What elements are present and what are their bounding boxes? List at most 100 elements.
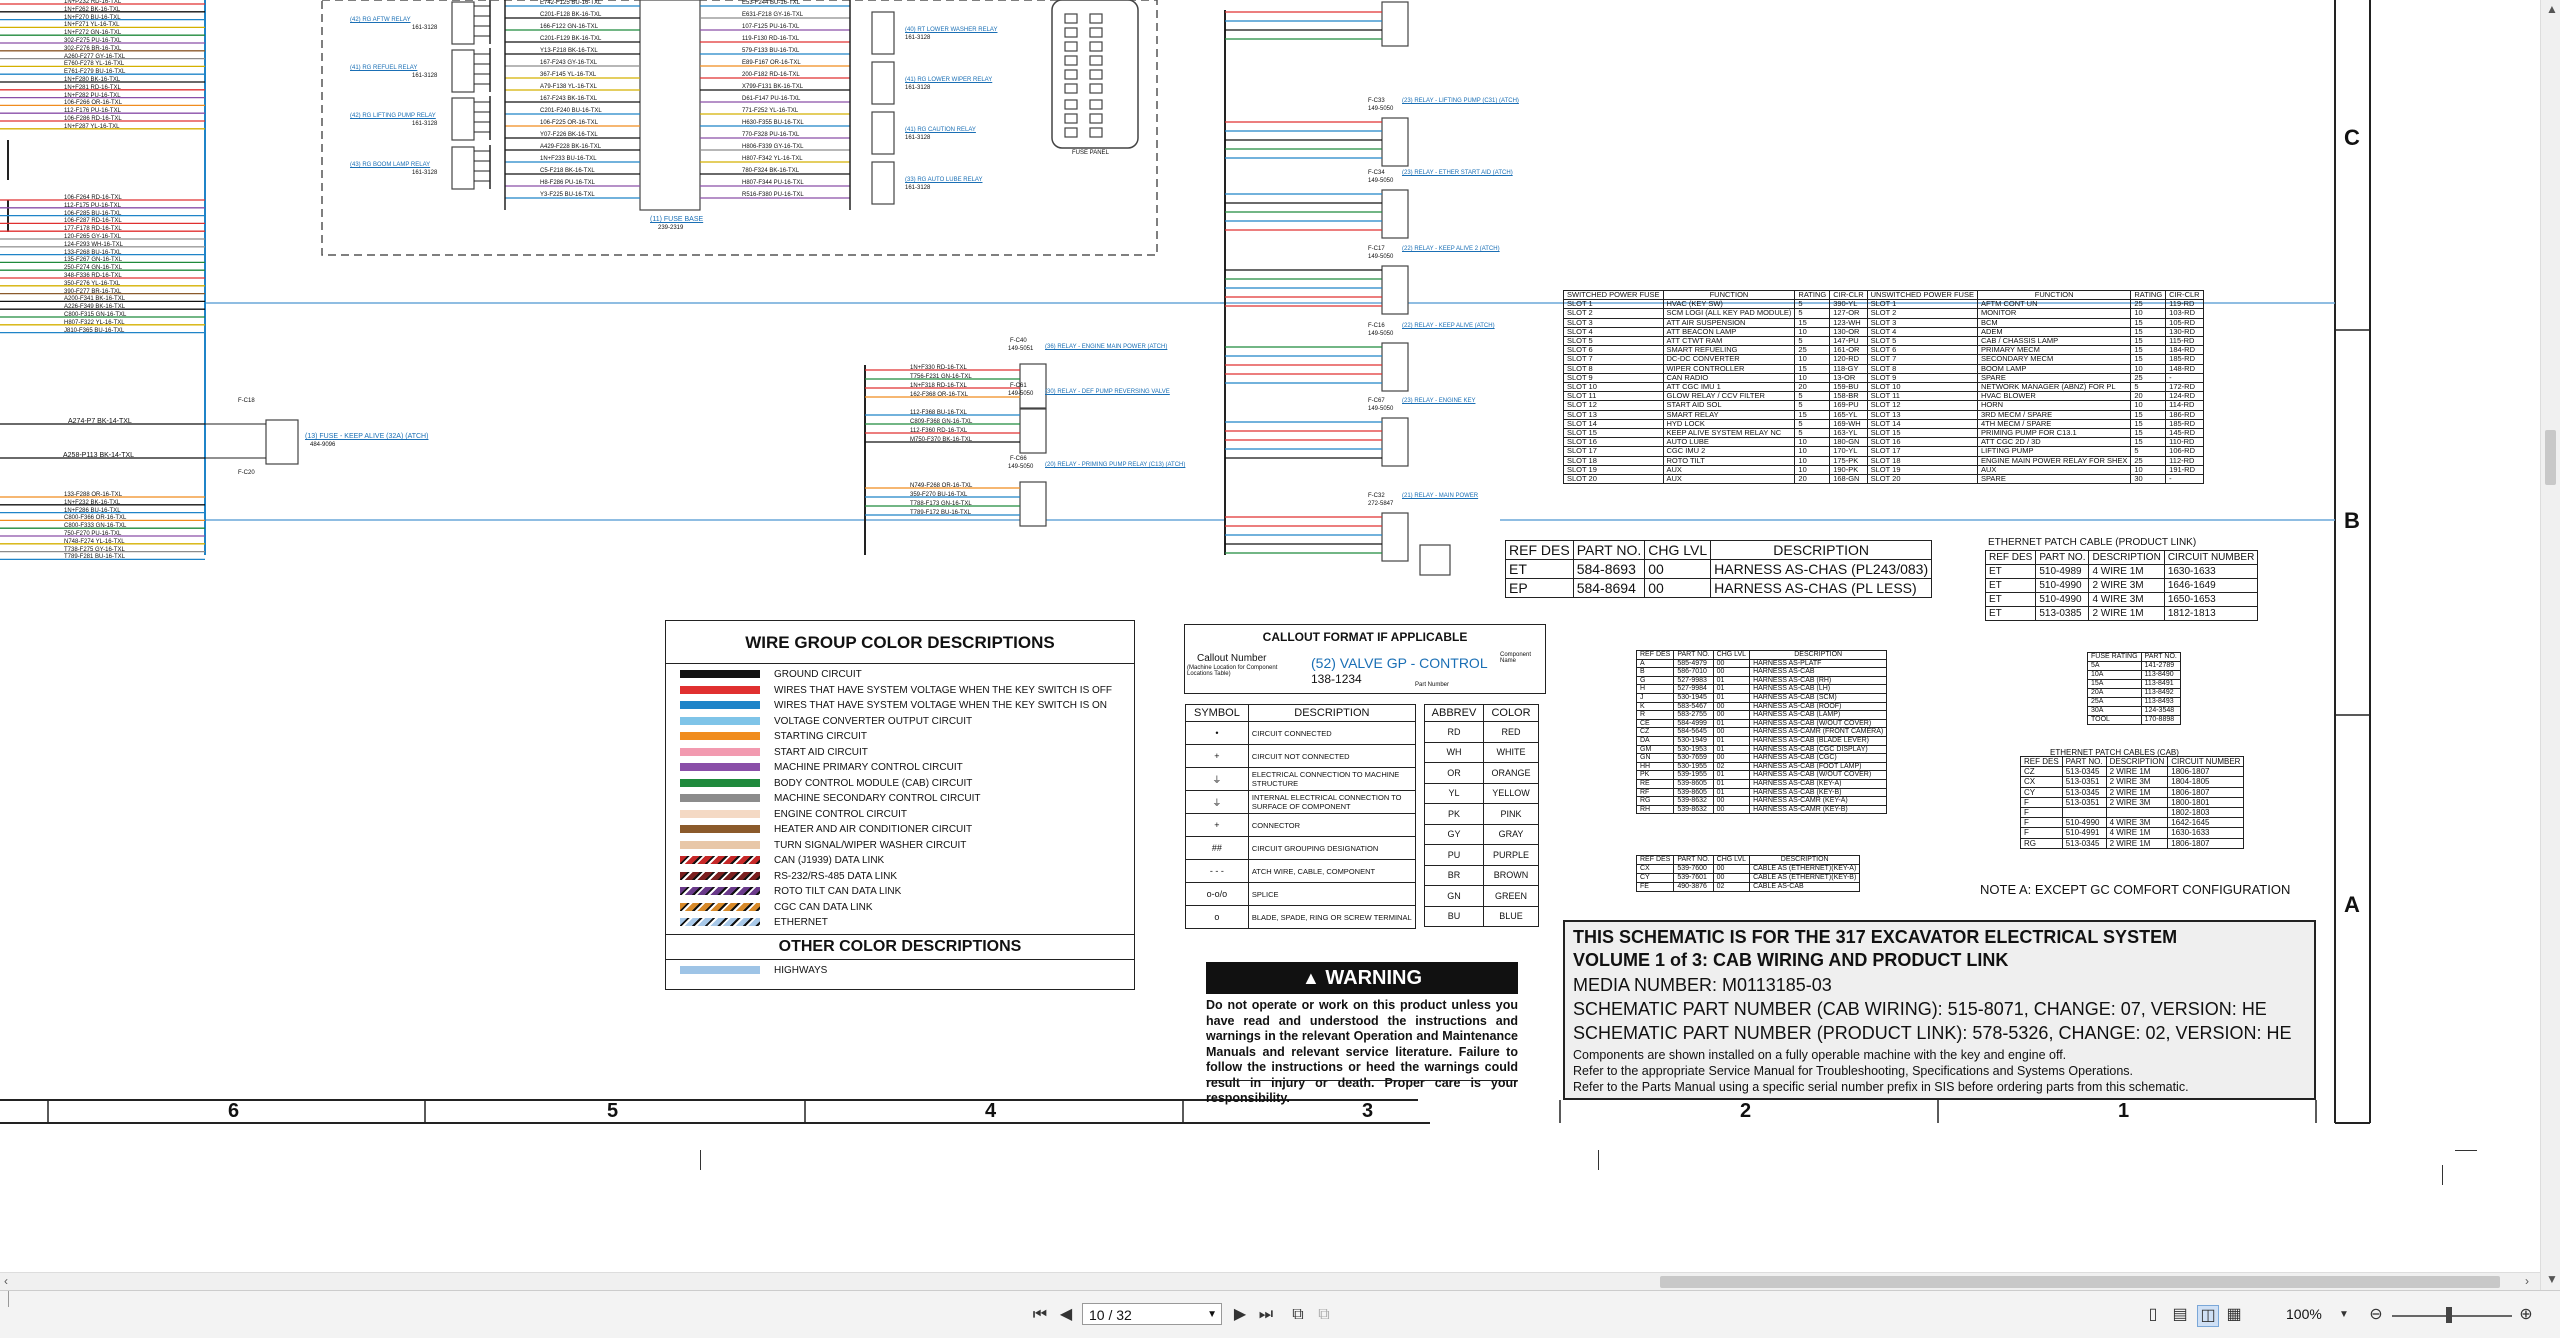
relay-callout-link[interactable]: (43) RG BOOM LAMP RELAY: [350, 162, 430, 168]
symbol-table: SYMBOL DESCRIPTION • CIRCUIT CONNECTED + CIRC…: [1185, 704, 1416, 929]
abbrev-cell: PK: [1424, 803, 1484, 825]
table-cell: ET: [1984, 564, 2037, 579]
zoom-slider-thumb[interactable]: [2446, 1307, 2452, 1323]
fuse-slot: [1064, 69, 1078, 80]
zoom-slider-track[interactable]: [2392, 1315, 2512, 1317]
table-cell: 00: [1712, 727, 1751, 737]
table-header: PART NO.: [1673, 855, 1714, 865]
other-color-list: HIGHWAYS: [666, 958, 1134, 979]
relay-callout-link[interactable]: (20) RELAY - PRIMING PUMP RELAY (C13) (A…: [1045, 462, 1185, 468]
relay-ref: F-C34: [1368, 170, 1385, 176]
relay-callout-link[interactable]: (21) RELAY - MAIN POWER: [1402, 493, 1478, 499]
relay-symbol: [871, 61, 895, 105]
table-row: WH WHITE: [1424, 741, 1539, 763]
table-row: 30A 124-3548: [2087, 706, 2181, 716]
facing-view-icon[interactable]: ◫: [2197, 1305, 2219, 1327]
table-cell: AUX: [1662, 464, 1796, 476]
vertical-scroll-thumb[interactable]: [2545, 430, 2556, 485]
relay-symbol: [1381, 512, 1409, 562]
horizontal-scrollbar[interactable]: ‹ ›: [0, 1272, 2540, 1291]
relay-callout-link[interactable]: (41) RG CAUTION RELAY: [905, 127, 976, 133]
fuse-base-wire-label: C201-F128 BK-16-TXL: [540, 12, 602, 18]
color-name-cell: YELLOW: [1483, 782, 1539, 804]
relay-callout-link[interactable]: (42) RG AFTW RELAY: [350, 17, 411, 23]
table-cell: 2 WIRE 3M: [2105, 776, 2169, 788]
fuse-slot: [1089, 83, 1103, 94]
color-swatch: [680, 794, 760, 803]
fuse-base-part-number: 239-2319: [658, 225, 684, 231]
table-header: PART NO.: [1673, 650, 1714, 660]
scroll-down-icon[interactable]: ▼: [2546, 1272, 2558, 1286]
fuse-callout-link[interactable]: (13) FUSE - KEEP ALIVE (32A) (ATCH): [305, 433, 428, 440]
fuse-base-wire-label: Y13-F218 BK-16-TXL: [540, 48, 598, 54]
fuse-base-block: [639, 0, 701, 211]
zoom-level[interactable]: 100%: [2286, 1306, 2322, 1322]
table-cell: 127-OR: [1829, 308, 1868, 319]
relay-part-number: 161-3128: [905, 85, 931, 91]
table-cell: SLOT 12: [1563, 400, 1664, 411]
table-row: TOOL 170-8898: [2087, 715, 2181, 725]
wire-label: E761-F279 BU-16-TXL: [64, 69, 126, 76]
table-cell: 3RD MECM / SPARE: [1976, 409, 2132, 420]
component-name-label: Component Name: [1500, 652, 1532, 664]
relay-wire-label: 1N+F330 RD-16-TXL: [910, 365, 967, 371]
continuous-facing-icon[interactable]: ▦: [2224, 1305, 2244, 1325]
scroll-up-icon[interactable]: ▲: [2546, 2, 2558, 16]
table-row: B 586-7010 00 HARNESS AS-CAB: [1635, 667, 1888, 677]
table-cell: FE: [1635, 882, 1675, 892]
wire-color-label: RS-232/RS-485 DATA LINK: [774, 870, 898, 882]
table-cell: 185-RD: [2165, 354, 2204, 365]
paste-page-icon[interactable]: ⧉: [1314, 1305, 1334, 1325]
relay-callout-link[interactable]: (22) RELAY - KEEP ALIVE 2 (ATCH): [1402, 246, 1500, 252]
fuse-base-callout-link[interactable]: (11) FUSE BASE: [650, 216, 703, 223]
relay-callout-link[interactable]: (23) RELAY - LIFTING PUMP (C31) (ATCH): [1402, 98, 1519, 104]
single-page-view-icon[interactable]: ▯: [2143, 1305, 2163, 1325]
zone-letter: A: [2344, 892, 2360, 917]
table-cell: 1804-1805: [2167, 776, 2245, 788]
horizontal-scroll-thumb[interactable]: [1660, 1276, 2500, 1288]
relay-callout-link[interactable]: (33) RG AUTO LUBE RELAY: [905, 177, 982, 183]
document-viewport[interactable]: 654321 CBA 1N+P232 RD-16-TXL 1N+F262 BK-1…: [0, 0, 2540, 1270]
vertical-scrollbar[interactable]: ▲ ▼: [2540, 0, 2560, 1290]
relay-part-number: 149-5050: [1368, 254, 1394, 260]
table-cell: 15: [2130, 317, 2167, 328]
scroll-left-icon[interactable]: ‹: [4, 1274, 8, 1288]
copy-page-icon[interactable]: ⧉: [1288, 1305, 1308, 1325]
relay-callout-link[interactable]: (22) RELAY - KEEP ALIVE (ATCH): [1402, 323, 1495, 329]
table-cell: 527-9984: [1673, 684, 1714, 694]
relay-ref: F-C61: [1010, 383, 1027, 389]
table-row: SLOT 20 AUX 20 168-GN SLOT 20 SPARE 30-: [1563, 474, 2204, 485]
table-cell: 15: [2130, 354, 2167, 365]
table-cell: HARNESS AS-CAB (BLADE LEVER): [1749, 735, 1888, 746]
continuous-view-icon[interactable]: ▤: [2170, 1305, 2190, 1325]
relay-callout-link[interactable]: (41) RG REFUEL RELAY: [350, 65, 417, 71]
wire-label: 350-F276 YL-16-TXL: [64, 280, 121, 287]
last-page-icon[interactable]: ⏭: [1256, 1305, 1276, 1325]
abbrev-cell: YL: [1424, 782, 1484, 804]
relay-callout-link[interactable]: (23) RELAY - ENGINE KEY: [1402, 398, 1475, 404]
relay-callout-link[interactable]: (30) RELAY - DEF PUMP REVERSING VALVE: [1045, 389, 1170, 395]
relay-callout-link[interactable]: (41) RG LOWER WIPER RELAY: [905, 77, 992, 83]
next-page-icon[interactable]: ▶: [1230, 1305, 1250, 1325]
table-cell: 114-RD: [2165, 400, 2204, 411]
scroll-right-icon[interactable]: ›: [2525, 1274, 2529, 1288]
table-cell: 15: [1794, 409, 1831, 420]
zoom-in-icon[interactable]: ⊕: [2516, 1305, 2536, 1325]
table-cell: 20: [1794, 474, 1831, 485]
table-cell: SLOT 2: [1866, 308, 1978, 319]
color-swatch: [680, 747, 760, 756]
page-number-field[interactable]: 10 / 32 ▼: [1082, 1303, 1222, 1325]
relay-callout-link[interactable]: (36) RELAY - ENGINE MAIN POWER (ATCH): [1045, 344, 1167, 350]
first-page-icon[interactable]: ⏮: [1030, 1305, 1050, 1325]
zoom-out-icon[interactable]: ⊖: [2366, 1305, 2386, 1325]
previous-page-icon[interactable]: ◀: [1056, 1305, 1076, 1325]
zoom-dropdown-icon[interactable]: ▼: [2334, 1305, 2354, 1325]
schematic-part-cab: SCHEMATIC PART NUMBER (CAB WIRING): 515-…: [1573, 999, 2267, 1019]
relay-callout-link[interactable]: (23) RELAY - ETHER START AID (ATCH): [1402, 170, 1513, 176]
relay-callout-link[interactable]: (42) RG LIFTING PUMP RELAY: [350, 113, 436, 119]
chevron-down-icon[interactable]: ▼: [1207, 1304, 1217, 1326]
table-cell: R: [1635, 710, 1675, 720]
relay-callout-link[interactable]: (40) RT LOWER WASHER RELAY: [905, 27, 997, 33]
table-cell: GM: [1635, 744, 1675, 755]
fuse-slot: [1089, 13, 1103, 24]
